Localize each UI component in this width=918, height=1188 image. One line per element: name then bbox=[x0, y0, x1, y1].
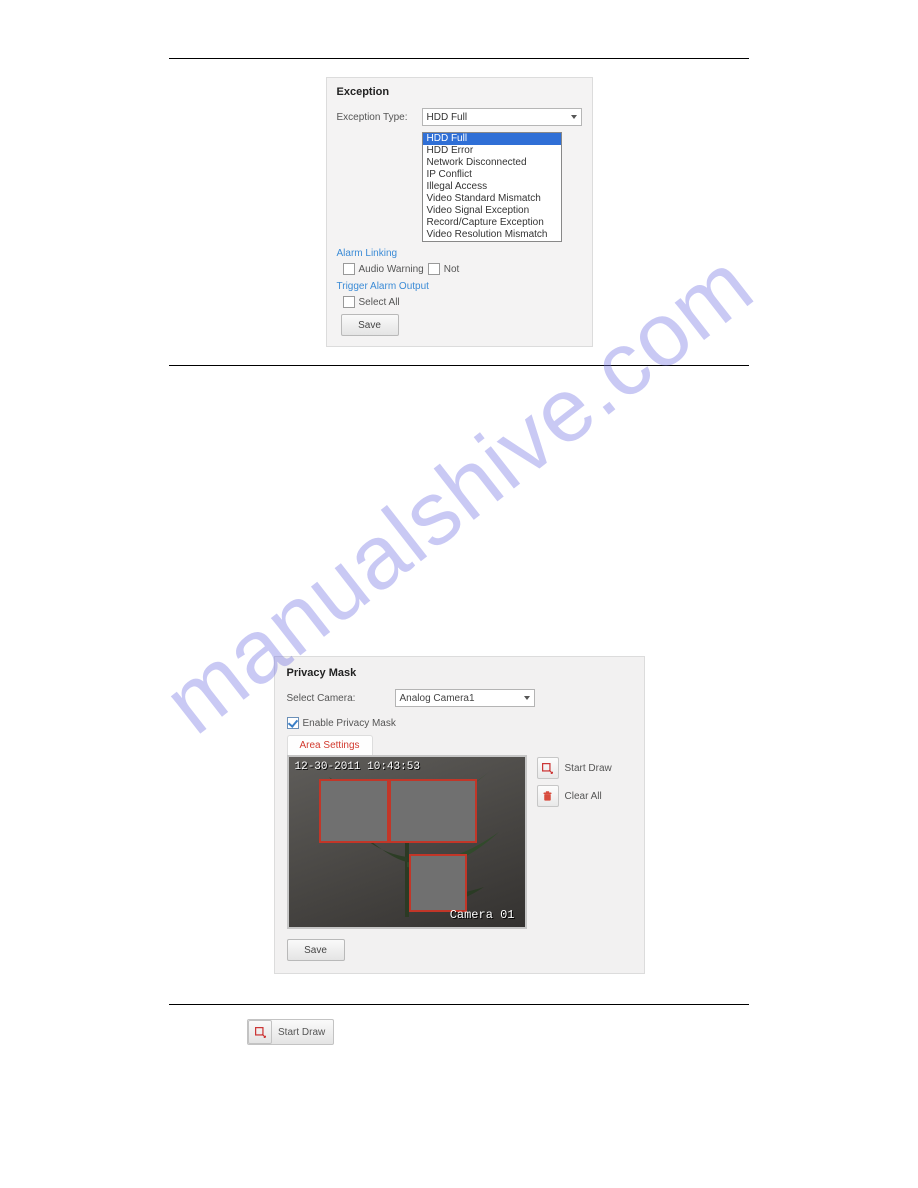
select-all-label: Select All bbox=[359, 297, 400, 308]
preview-timestamp: 12-30-2011 10:43:53 bbox=[295, 761, 420, 773]
chevron-down-icon bbox=[524, 696, 530, 700]
audio-warning-checkbox[interactable] bbox=[343, 263, 355, 275]
privacy-mask-region[interactable] bbox=[409, 854, 467, 912]
privacy-mask-region[interactable] bbox=[389, 779, 477, 843]
select-camera-label: Select Camera: bbox=[287, 693, 395, 704]
enable-privacy-mask-label: Enable Privacy Mask bbox=[303, 718, 396, 729]
chevron-down-icon bbox=[571, 115, 577, 119]
notify-checkbox[interactable] bbox=[428, 263, 440, 275]
exception-panel: Exception Exception Type: HDD Full HDD F… bbox=[326, 77, 593, 347]
draw-rect-icon bbox=[248, 1020, 272, 1044]
exception-type-value: HDD Full bbox=[427, 112, 468, 123]
camera-name-overlay: Camera 01 bbox=[450, 908, 515, 922]
notify-label: Not bbox=[444, 264, 460, 275]
alarm-linking-label: Alarm Linking bbox=[337, 248, 582, 259]
area-settings-tab[interactable]: Area Settings bbox=[287, 735, 373, 755]
exception-type-label: Exception Type: bbox=[337, 112, 422, 123]
bottom-rule bbox=[169, 1004, 749, 1005]
privacy-save-button[interactable]: Save bbox=[287, 939, 345, 961]
camera-preview[interactable]: 12-30-2011 10:43:53 Camera 01 bbox=[287, 755, 527, 929]
listbox-item[interactable]: Video Standard Mismatch bbox=[423, 193, 561, 205]
privacy-mask-region[interactable] bbox=[319, 779, 389, 843]
exception-title: Exception bbox=[337, 86, 582, 98]
listbox-item[interactable]: Video Resolution Mismatch bbox=[423, 229, 561, 241]
select-camera-value: Analog Camera1 bbox=[400, 693, 475, 704]
audio-warning-label: Audio Warning bbox=[359, 264, 424, 275]
listbox-item[interactable]: Network Disconnected bbox=[423, 157, 561, 169]
privacy-mask-title: Privacy Mask bbox=[287, 667, 632, 679]
select-camera-dropdown[interactable]: Analog Camera1 bbox=[395, 689, 535, 707]
standalone-start-draw-button[interactable]: Start Draw bbox=[247, 1019, 334, 1045]
listbox-item[interactable]: Video Signal Exception bbox=[423, 205, 561, 217]
select-all-checkbox[interactable] bbox=[343, 296, 355, 308]
mid-rule bbox=[169, 365, 749, 366]
privacy-mask-panel: Privacy Mask Select Camera: Analog Camer… bbox=[274, 656, 645, 974]
enable-privacy-mask-checkbox[interactable] bbox=[287, 717, 299, 729]
clear-all-button[interactable]: Clear All bbox=[537, 785, 612, 807]
exception-save-button[interactable]: Save bbox=[341, 314, 399, 336]
trash-icon bbox=[537, 785, 559, 807]
listbox-item[interactable]: Record/Capture Exception bbox=[423, 217, 561, 229]
listbox-item[interactable]: HDD Error bbox=[423, 145, 561, 157]
draw-rect-icon bbox=[537, 757, 559, 779]
listbox-item[interactable]: Illegal Access bbox=[423, 181, 561, 193]
exception-type-listbox[interactable]: HDD Full HDD Error Network Disconnected … bbox=[422, 132, 562, 242]
top-rule bbox=[169, 58, 749, 59]
trigger-alarm-output-label: Trigger Alarm Output bbox=[337, 281, 582, 292]
listbox-item[interactable]: IP Conflict bbox=[423, 169, 561, 181]
listbox-item[interactable]: HDD Full bbox=[423, 133, 561, 145]
exception-type-dropdown[interactable]: HDD Full bbox=[422, 108, 582, 126]
start-draw-button[interactable]: Start Draw bbox=[537, 757, 612, 779]
